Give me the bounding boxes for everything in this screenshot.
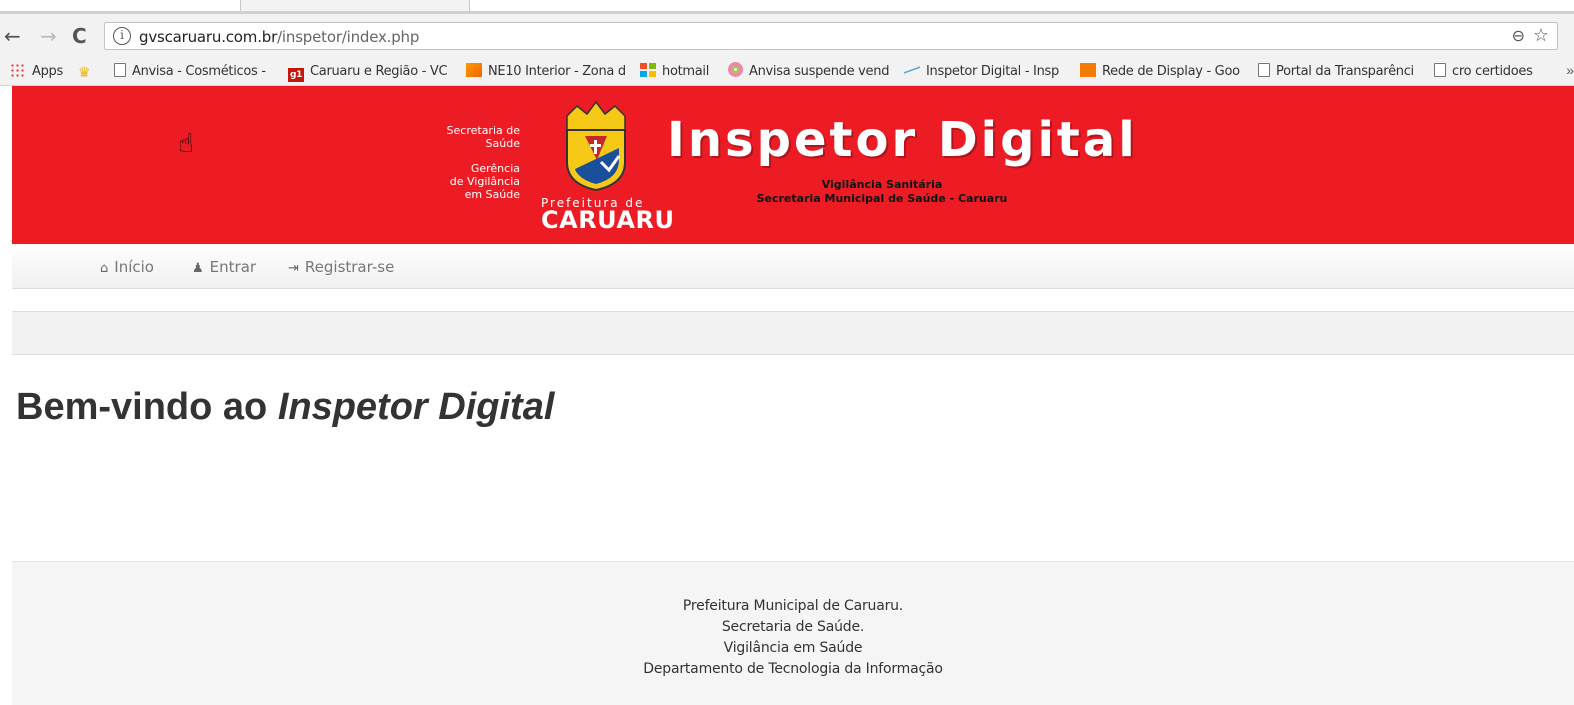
site-header: Secretaria de Saúde Gerência de Vigilânc… (12, 86, 1574, 244)
g1-icon: g1 (288, 68, 304, 82)
bookmark-star-icon[interactable]: ☆ (1533, 25, 1549, 46)
bookmark-label: cro certidoes (1452, 64, 1533, 79)
header-line: de Vigilância (449, 175, 520, 188)
forward-arrow-icon[interactable]: → (40, 24, 57, 48)
bookmark-label: Apps (32, 64, 63, 79)
bookmark-apps[interactable]: Apps (10, 62, 63, 82)
nav-home-link[interactable]: ⌂ Início (100, 258, 154, 276)
footer-line: Prefeitura Municipal de Caruaru. (682, 598, 904, 614)
bookmark-hotmail[interactable]: hotmail (640, 62, 709, 82)
ring-icon (728, 62, 743, 77)
page-icon (114, 63, 126, 77)
site-subtitle: Vigilância Sanitária Secretaria Municipa… (712, 178, 1052, 206)
header-line: Saúde (485, 137, 520, 150)
browser-toolbar: ← → C i gvscaruaru.com.br/inspetor/index… (0, 14, 1574, 58)
header-line: em Saúde (464, 188, 520, 201)
content-band (12, 311, 1574, 355)
home-icon: ⌂ (100, 261, 109, 276)
bookmark-caruaru-regiao[interactable]: g1 Caruaru e Região - VC (288, 62, 448, 82)
address-bar[interactable]: i gvscaruaru.com.br/inspetor/index.php ⊖… (104, 22, 1558, 50)
tab-strip (0, 0, 1574, 14)
nav-home-label: Início (114, 258, 154, 276)
apps-icon (10, 63, 26, 77)
chart-icon (1080, 63, 1096, 77)
microsoft-icon (640, 63, 656, 77)
hand-pointer-cursor-icon: ☝ (178, 128, 194, 158)
back-arrow-icon[interactable]: ← (4, 24, 21, 48)
chevron-right-icon[interactable]: » (1566, 62, 1574, 78)
ne10-icon (466, 63, 482, 77)
reload-icon[interactable]: C (72, 24, 87, 48)
bookmark-label: Rede de Display - Goo (1102, 64, 1240, 79)
bookmark-label: Portal da Transparênci (1276, 64, 1414, 79)
site-nav: ⌂ Início ♟ Entrar ⇥ Registrar-se (12, 244, 1574, 289)
bookmark-crown[interactable]: ♛ (78, 62, 96, 82)
bookmark-ne10[interactable]: NE10 Interior - Zona d (466, 62, 626, 82)
sign-in-icon: ⇥ (288, 261, 299, 276)
header-department-text: Secretaria de Saúde Gerência de Vigilânc… (447, 124, 520, 201)
bookmark-rede-display[interactable]: Rede de Display - Goo (1080, 62, 1240, 82)
footer-line: Departamento de Tecnologia da Informação (643, 661, 943, 677)
bookmark-anvisa-cosmeticos[interactable]: Anvisa - Cosméticos - (114, 62, 266, 82)
nav-register-label: Registrar-se (304, 258, 395, 276)
page-icon (1258, 63, 1270, 77)
bookmark-label: NE10 Interior - Zona d (488, 64, 626, 79)
page-footer: Prefeitura Municipal de Caruaru. Secreta… (12, 561, 1574, 705)
zoom-icon[interactable]: ⊖ (1512, 26, 1525, 46)
user-icon: ♟ (192, 261, 204, 276)
site-title: Inspetor Digital (667, 112, 1138, 168)
subtitle-line-1: Vigilância Sanitária (821, 178, 943, 191)
bookmark-inspetor-digital[interactable]: Inspetor Digital - Insp (904, 62, 1059, 82)
bookmark-label: hotmail (662, 64, 710, 79)
welcome-prefix: Bem-vindo ao (16, 386, 278, 428)
header-line: Secretaria de (446, 124, 520, 137)
footer-line: Vigilância em Saúde (723, 640, 863, 656)
prefeitura-city-name: CARUARU (541, 206, 675, 234)
bookmarks-bar: Apps ♛ Anvisa - Cosméticos - g1 Caruaru e… (0, 58, 1574, 86)
address-url[interactable]: gvscaruaru.com.br/inspetor/index.php (139, 28, 419, 46)
welcome-emphasis: Inspetor Digital (277, 386, 555, 428)
info-icon[interactable]: i (113, 27, 131, 45)
bookmark-anvisa-suspende[interactable]: Anvisa suspende vend (728, 62, 889, 82)
footer-line: Secretaria de Saúde. (721, 619, 865, 635)
bookmark-label: Inspetor Digital - Insp (926, 64, 1059, 79)
nav-login-link[interactable]: ♟ Entrar (192, 258, 256, 276)
url-host: gvscaruaru.com.br (139, 28, 278, 46)
nav-login-label: Entrar (209, 258, 257, 276)
bookmark-label: Caruaru e Região - VC (310, 64, 448, 79)
bookmark-portal-transparencia[interactable]: Portal da Transparênci (1258, 62, 1414, 82)
bookmark-label: Anvisa suspende vend (749, 64, 890, 79)
url-path: /inspetor/index.php (277, 28, 420, 46)
bookmark-label: Anvisa - Cosméticos - (132, 64, 266, 79)
bookmark-cro-certidoes[interactable]: cro certidoes (1434, 62, 1533, 82)
caruaru-crest-logo (566, 100, 626, 192)
header-line: Gerência (470, 162, 520, 175)
page-icon (1434, 63, 1446, 77)
nav-register-link[interactable]: ⇥ Registrar-se (288, 258, 394, 276)
welcome-heading: Bem-vindo ao Inspetor Digital (16, 386, 554, 429)
crown-icon: ♛ (78, 65, 91, 81)
subtitle-line-2: Secretaria Municipal de Saúde - Caruaru (756, 192, 1008, 205)
line-icon (904, 63, 920, 77)
